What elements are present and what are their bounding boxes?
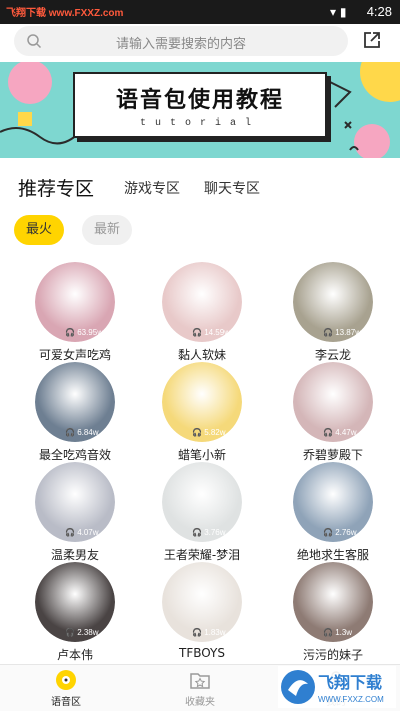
voice-pack-item[interactable]: 🎧 6.84w 最全吃鸡音效 xyxy=(10,360,140,462)
top-bar: 请输入需要搜索的内容 xyxy=(0,24,400,62)
play-count: 🎧 1.3w xyxy=(323,628,353,637)
banner-title: 语音包使用教程 xyxy=(115,87,284,113)
nav-voice-zone[interactable]: 语音区 xyxy=(26,669,106,708)
search-placeholder: 请输入需要搜索的内容 xyxy=(115,37,246,52)
voice-pack-name: 卢本伟 xyxy=(56,648,93,662)
voice-pack-item[interactable]: 🎧 5.82w 蜡笔小新 xyxy=(137,360,267,462)
avatar: 🎧 2.38w xyxy=(33,560,117,644)
voice-pack-name: TFBOYS xyxy=(179,646,225,660)
tab-games[interactable]: 游戏专区 xyxy=(124,178,180,198)
avatar: 🎧 4.47w xyxy=(291,360,375,444)
play-count: 🎧 2.38w xyxy=(65,628,99,637)
category-tabs: 推荐专区 游戏专区 聊天专区 xyxy=(0,172,400,206)
banner-card: 语音包使用教程 tutorial xyxy=(73,72,327,138)
voice-pack-item[interactable]: 🎧 1.83w TFBOYS xyxy=(137,560,267,662)
voice-pack-item[interactable]: 🎧 3.76w 王者荣耀-梦泪 xyxy=(137,460,267,562)
play-count: 🎧 4.07w xyxy=(65,528,99,537)
nav-favorites[interactable]: 收藏夹 xyxy=(160,669,240,708)
avatar: 🎧 5.82w xyxy=(160,360,244,444)
play-count-value: 1.83w xyxy=(204,628,226,637)
avatar: 🎧 1.83w xyxy=(160,560,244,644)
avatar: 🎧 4.07w xyxy=(33,460,117,544)
play-count: 🎧 3.76w xyxy=(192,528,226,537)
folder-star-icon xyxy=(190,673,210,689)
tutorial-banner[interactable]: 语音包使用教程 tutorial xyxy=(0,62,400,158)
play-count-value: 2.76w xyxy=(335,528,357,537)
avatar: 🎧 63.95w xyxy=(33,260,117,344)
svg-text:飞翔下载: 飞翔下载 xyxy=(318,673,382,692)
voice-pack-name: 污污的妹子 xyxy=(302,648,363,662)
avatar: 🎧 2.76w xyxy=(291,460,375,544)
play-count-value: 6.84w xyxy=(77,428,99,437)
play-count: 🎧 13.87w xyxy=(323,328,361,337)
play-count: 🎧 2.76w xyxy=(323,528,357,537)
play-count: 🎧 5.82w xyxy=(192,428,226,437)
play-count-value: 13.87w xyxy=(335,328,361,337)
play-count-value: 4.47w xyxy=(335,428,357,437)
play-count: 🎧 1.83w xyxy=(192,628,226,637)
avatar: 🎧 13.87w xyxy=(291,260,375,344)
sort-filters: 最火 最新 xyxy=(0,215,400,245)
play-count-value: 4.07w xyxy=(77,528,99,537)
play-count-value: 2.38w xyxy=(77,628,99,637)
svg-text:WWW.FXXZ.COM: WWW.FXXZ.COM xyxy=(318,695,384,704)
voice-pack-item[interactable]: 🎧 4.07w 温柔男友 xyxy=(10,460,140,562)
nav-favorites-label: 收藏夹 xyxy=(185,697,215,708)
voice-pack-item[interactable]: 🎧 2.76w 绝地求生客服 xyxy=(268,460,398,562)
play-count: 🎧 14.59w xyxy=(192,328,230,337)
status-site-label: 飞翔下载 www.FXXZ.com xyxy=(6,8,124,19)
play-count-value: 5.82w xyxy=(204,428,226,437)
play-count-value: 63.95w xyxy=(77,328,103,337)
play-count: 🎧 4.47w xyxy=(323,428,357,437)
voice-pack-item[interactable]: 🎧 13.87w 李云龙 xyxy=(268,260,398,362)
banner-subtitle: tutorial xyxy=(139,118,260,129)
voice-pack-item[interactable]: 🎧 1.3w 污污的妹子 xyxy=(268,560,398,662)
disc-icon xyxy=(56,670,76,690)
play-count-value: 14.59w xyxy=(204,328,230,337)
share-icon[interactable] xyxy=(362,30,382,50)
voice-pack-item[interactable]: 🎧 63.95w 可爱女声吃鸡 xyxy=(10,260,140,362)
avatar: 🎧 3.76w xyxy=(160,460,244,544)
avatar: 🎧 1.3w xyxy=(291,560,375,644)
filter-newest[interactable]: 最新 xyxy=(82,215,132,245)
play-count-value: 3.76w xyxy=(204,528,226,537)
status-time: 4:28 xyxy=(366,4,392,19)
play-count: 🎧 6.84w xyxy=(65,428,99,437)
signal-battery-icons: ▾ ▮ xyxy=(330,5,347,19)
avatar: 🎧 6.84w xyxy=(33,360,117,444)
voice-pack-item[interactable]: 🎧 14.59w 黏人软妹 xyxy=(137,260,267,362)
play-count: 🎧 63.95w xyxy=(65,328,103,337)
voice-pack-item[interactable]: 🎧 4.47w 乔碧萝殿下 xyxy=(268,360,398,462)
tab-chat[interactable]: 聊天专区 xyxy=(204,178,260,198)
status-bar: 飞翔下载 www.FXXZ.com ▾ ▮ 4:28 xyxy=(0,0,400,24)
voice-pack-item[interactable]: 🎧 2.38w 卢本伟 xyxy=(10,560,140,662)
tab-recommended[interactable]: 推荐专区 xyxy=(18,174,94,201)
watermark-logo: 飞翔下载 WWW.FXXZ.COM xyxy=(278,666,396,708)
play-count-value: 1.3w xyxy=(335,628,353,637)
nav-voice-zone-label: 语音区 xyxy=(51,697,81,708)
search-input[interactable]: 请输入需要搜索的内容 xyxy=(14,26,348,56)
filter-hottest[interactable]: 最火 xyxy=(14,215,64,245)
avatar: 🎧 14.59w xyxy=(160,260,244,344)
banner-pagination xyxy=(190,149,214,158)
